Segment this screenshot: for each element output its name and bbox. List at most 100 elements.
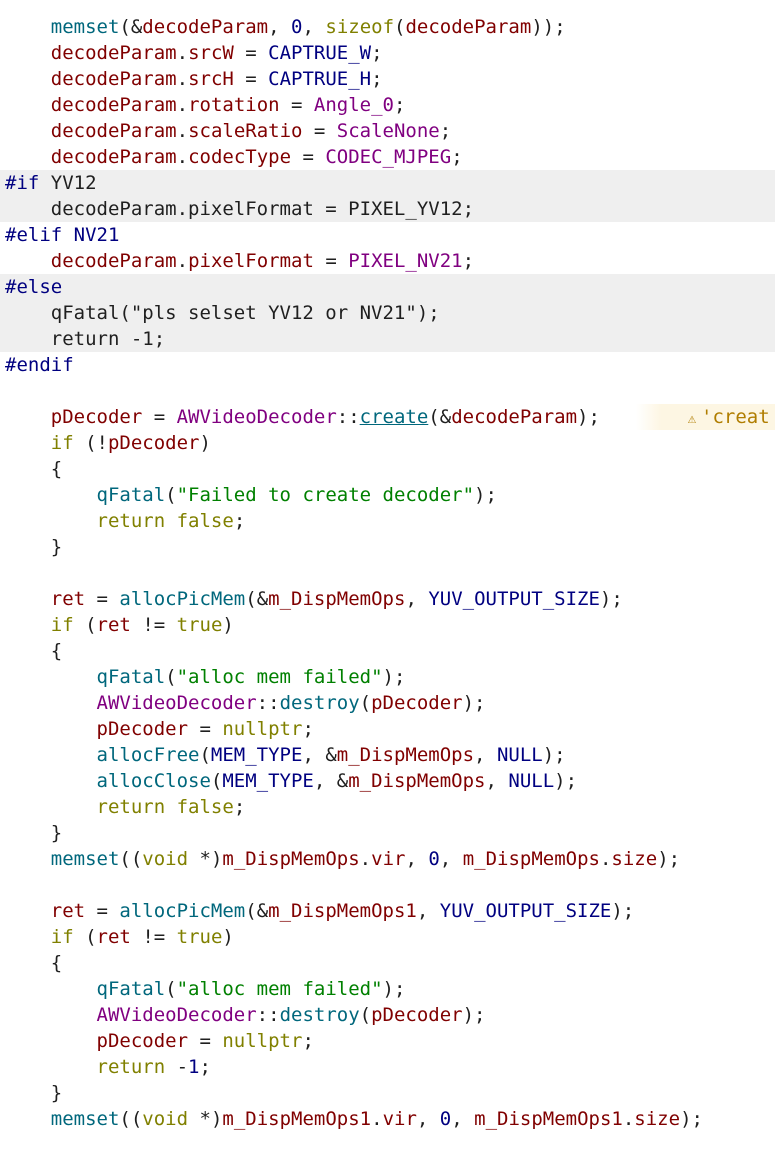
- code-line[interactable]: [0, 560, 775, 586]
- code-token: }: [50, 822, 63, 844]
- code-token: ;: [302, 718, 314, 740]
- code-token: ,: [451, 1108, 475, 1130]
- code-token: ,: [416, 900, 440, 922]
- code-line[interactable]: qFatal("pls selset YV12 or NV21");: [0, 300, 775, 326]
- code-line[interactable]: ret = allocPicMem(&m_DispMemOps1, YUV_OU…: [0, 898, 775, 924]
- code-link[interactable]: create: [360, 406, 429, 428]
- code-line[interactable]: decodeParam.pixelFormat = PIXEL_YV12;: [0, 196, 775, 222]
- code-line[interactable]: decodeParam.srcW = CAPTRUE_W;: [0, 40, 775, 66]
- code-token: ;: [199, 1056, 211, 1078]
- code-token: (: [165, 978, 177, 1000]
- code-line[interactable]: memset((void *)m_DispMemOps.vir, 0, m_Di…: [0, 846, 775, 872]
- code-token: MEM_TYPE: [222, 770, 314, 792]
- code-token: ret: [96, 926, 131, 948]
- code-token: decodeParam: [50, 120, 177, 142]
- code-line[interactable]: pDecoder = nullptr;: [0, 716, 775, 742]
- code-line[interactable]: allocFree(MEM_TYPE, &m_DispMemOps, NULL)…: [0, 742, 775, 768]
- code-line[interactable]: pDecoder = AWVideoDecoder::create(&decod…: [0, 404, 775, 430]
- code-token: return: [96, 510, 166, 532]
- code-token: "Failed to create decoder": [176, 484, 475, 506]
- code-token: ): [199, 432, 211, 454]
- code-token: return -1;: [50, 328, 166, 350]
- code-token: (: [165, 666, 177, 688]
- code-line[interactable]: pDecoder = nullptr;: [0, 1028, 775, 1054]
- code-line[interactable]: decodeParam.pixelFormat = PIXEL_NV21;: [0, 248, 775, 274]
- code-line[interactable]: memset(&decodeParam, 0, sizeof(decodePar…: [0, 14, 775, 40]
- warning-text: 'creat: [701, 406, 770, 428]
- code-token: scaleRatio: [188, 120, 303, 142]
- code-token: void: [142, 1108, 189, 1130]
- code-line[interactable]: return false;: [0, 794, 775, 820]
- code-token: destroy: [279, 1004, 360, 1026]
- code-token: pDecoder: [107, 432, 200, 454]
- code-line[interactable]: {: [0, 638, 775, 664]
- code-line[interactable]: if (ret != true): [0, 924, 775, 950]
- code-token: (: [210, 770, 223, 792]
- code-token: decodeParam.pixelFormat = PIXEL_YV12;: [50, 198, 475, 220]
- code-line[interactable]: }: [0, 534, 775, 560]
- code-token: ::: [256, 692, 280, 714]
- code-line[interactable]: decodeParam.scaleRatio = ScaleNone;: [0, 118, 775, 144]
- code-line[interactable]: {: [0, 456, 775, 482]
- inline-warning[interactable]: ⚠'creat: [636, 404, 775, 430]
- code-token: }: [50, 1082, 63, 1104]
- code-line[interactable]: qFatal("Failed to create decoder");: [0, 482, 775, 508]
- code-line[interactable]: #endif: [0, 352, 775, 378]
- warning-triangle-icon: ⚠: [687, 411, 697, 427]
- code-token: m_DispMemOps: [268, 588, 406, 610]
- code-token: YUV_OUTPUT_SIZE: [439, 900, 612, 922]
- code-line[interactable]: }: [0, 820, 775, 846]
- code-token: ;: [233, 796, 246, 818]
- code-line[interactable]: #else: [0, 274, 775, 300]
- code-editor[interactable]: memset(&decodeParam, 0, sizeof(decodePar…: [0, 0, 775, 1152]
- code-token: , &: [302, 744, 337, 766]
- code-line[interactable]: if (!pDecoder): [0, 430, 775, 456]
- code-line[interactable]: qFatal("alloc mem failed");: [0, 976, 775, 1002]
- code-token: AWVideoDecoder: [176, 406, 337, 428]
- code-token: -: [165, 1056, 189, 1078]
- code-line[interactable]: allocClose(MEM_TYPE, &m_DispMemOps, NULL…: [0, 768, 775, 794]
- code-token: memset: [50, 16, 120, 38]
- code-token: rotation: [188, 94, 280, 116]
- code-token: if: [50, 614, 74, 636]
- code-line[interactable]: [0, 872, 775, 898]
- code-token: YUV_OUTPUT_SIZE: [428, 588, 600, 610]
- code-line[interactable]: if (ret != true): [0, 612, 775, 638]
- code-token: );: [554, 770, 578, 792]
- code-line[interactable]: decodeParam.rotation = Angle_0;: [0, 92, 775, 118]
- code-line[interactable]: memset((void *)m_DispMemOps1.vir, 0, m_D…: [0, 1106, 775, 1132]
- code-line[interactable]: return false;: [0, 508, 775, 534]
- code-token: );: [382, 978, 406, 1000]
- code-line[interactable]: decodeParam.codecType = CODEC_MJPEG;: [0, 144, 775, 170]
- code-line[interactable]: #elif NV21: [0, 222, 775, 248]
- code-line[interactable]: AWVideoDecoder::destroy(pDecoder);: [0, 1002, 775, 1028]
- code-token: destroy: [279, 692, 360, 714]
- code-line[interactable]: #if YV12: [0, 170, 775, 196]
- code-line[interactable]: [0, 378, 775, 404]
- code-token: (: [165, 484, 177, 506]
- code-token: YV12: [39, 172, 97, 194]
- code-line[interactable]: return -1;: [0, 1054, 775, 1080]
- code-token: ,: [302, 16, 326, 38]
- code-token: (: [199, 744, 211, 766]
- code-line[interactable]: }: [0, 1080, 775, 1106]
- code-token: m_DispMemOps: [462, 848, 600, 870]
- code-line[interactable]: ret = allocPicMem(&m_DispMemOps, YUV_OUT…: [0, 586, 775, 612]
- code-line[interactable]: return -1;: [0, 326, 775, 352]
- code-line[interactable]: AWVideoDecoder::destroy(pDecoder);: [0, 690, 775, 716]
- code-line[interactable]: {: [0, 950, 775, 976]
- code-token: =: [85, 588, 120, 610]
- code-line[interactable]: decodeParam.srcH = CAPTRUE_H;: [0, 66, 775, 92]
- code-line[interactable]: qFatal("alloc mem failed");: [0, 664, 775, 690]
